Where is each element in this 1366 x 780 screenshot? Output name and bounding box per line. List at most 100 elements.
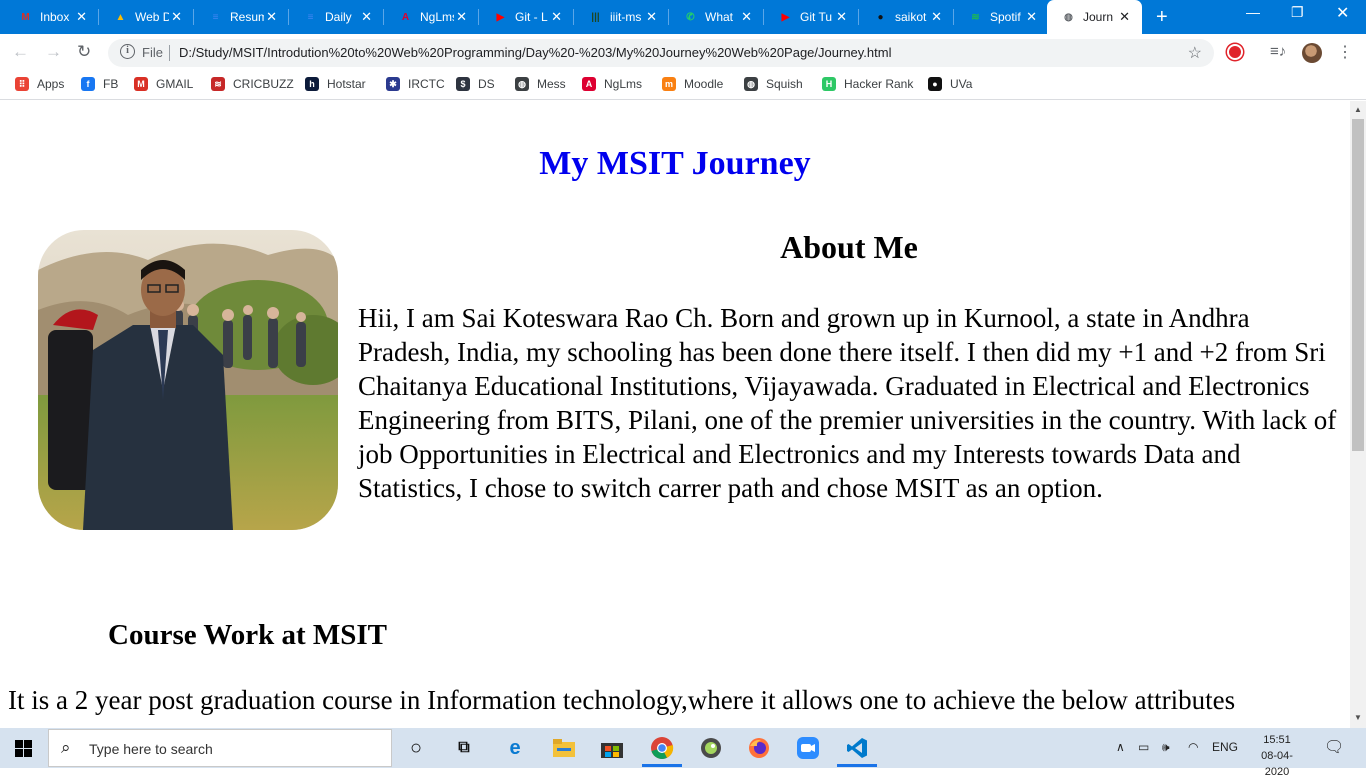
bookmark-star-icon[interactable]: ☆ — [1188, 43, 1202, 63]
page-scrollbar[interactable]: ▲ ▼ — [1350, 101, 1366, 728]
bookmark-4[interactable]: h Hotstar — [305, 77, 366, 91]
tab-5[interactable]: ▶ Git - L ✕ — [479, 0, 574, 34]
minimize-icon[interactable]: — — [1246, 4, 1260, 20]
task-view-icon[interactable]: ⧉ — [452, 736, 476, 760]
new-tab-plus-icon[interactable]: + — [1156, 6, 1168, 29]
docs-icon: ≡ — [307, 12, 314, 23]
bookmark-10[interactable]: ◍ Squish — [744, 77, 803, 91]
tab-0[interactable]: M Inbox ✕ — [4, 0, 99, 34]
tab-title: Daily — [325, 10, 352, 24]
bookmark-0[interactable]: ⠿ Apps — [15, 77, 64, 91]
extension-icon[interactable] — [1227, 44, 1243, 60]
edge-icon[interactable]: e — [503, 736, 527, 760]
url-text[interactable]: D:/Study/MSIT/Introdution%20to%20Web%20P… — [179, 45, 891, 60]
bookmark-3[interactable]: ≋ CRICBUZZ — [211, 77, 294, 91]
tab-title: Resum — [230, 10, 264, 24]
apps-grid-icon: ⠿ — [15, 77, 29, 91]
tab-10[interactable]: ≋ Spotif ✕ — [954, 0, 1049, 34]
media-queue-icon[interactable]: ≡♪ — [1270, 43, 1286, 60]
tab-1[interactable]: ▲ Web D ✕ — [99, 0, 194, 34]
bookmark-12[interactable]: ● UVa — [928, 77, 972, 91]
vscode-icon[interactable] — [837, 736, 877, 767]
bookmark-7[interactable]: ◍ Mess — [515, 77, 566, 91]
restore-icon[interactable]: ❐ — [1291, 4, 1304, 21]
docs-icon: ≡ — [212, 12, 219, 23]
tab-close-icon[interactable]: ✕ — [171, 9, 182, 25]
battery-icon[interactable]: ▭ — [1138, 740, 1149, 754]
bookmark-5[interactable]: ✱ IRCTC — [386, 77, 445, 91]
url-scheme: File — [142, 45, 163, 60]
store-icon[interactable] — [600, 736, 624, 760]
squish-app-icon[interactable] — [699, 736, 723, 760]
scroll-down-arrow-icon[interactable]: ▼ — [1354, 713, 1362, 722]
tab-close-icon[interactable]: ✕ — [456, 9, 467, 25]
tab-7[interactable]: ✆ What ✕ — [669, 0, 764, 34]
scrollbar-thumb[interactable] — [1352, 119, 1364, 451]
tab-title: Journ — [1083, 10, 1114, 24]
bookmark-11[interactable]: H Hacker Rank — [822, 77, 913, 91]
file-explorer-icon[interactable] — [552, 736, 576, 760]
tab-close-icon[interactable]: ✕ — [361, 9, 372, 25]
bookmark-9[interactable]: m Moodle — [662, 77, 723, 91]
close-window-icon[interactable]: ✕ — [1336, 3, 1349, 23]
github-icon: ● — [928, 77, 942, 91]
tab-close-icon[interactable]: ✕ — [646, 9, 657, 25]
zoom-icon[interactable] — [796, 736, 820, 760]
bookmark-8[interactable]: A NgLms — [582, 77, 642, 91]
system-clock[interactable]: 15:51 08-04-2020 — [1252, 732, 1302, 780]
tray-chevron-icon[interactable]: ∧ — [1116, 740, 1125, 754]
tab-close-icon[interactable]: ✕ — [551, 9, 562, 25]
tab-title: saikot — [895, 10, 927, 24]
tab-2[interactable]: ≡ Resum ✕ — [194, 0, 289, 34]
cortana-icon[interactable]: ○ — [404, 736, 428, 760]
taskbar-search-box[interactable]: ⌕ Type here to search — [48, 729, 392, 767]
youtube-icon: ▶ — [496, 12, 505, 23]
page-title: My MSIT Journey — [539, 145, 811, 182]
tab-6[interactable]: ||| iiit-ms ✕ — [574, 0, 669, 34]
menu-kebab-icon[interactable]: ⋮ — [1337, 42, 1353, 62]
tab-close-icon[interactable]: ✕ — [836, 9, 847, 25]
tab-title: Git - L — [515, 10, 548, 24]
tab-11[interactable]: ◍ Journ ✕ — [1047, 0, 1142, 34]
about-me-heading: About Me — [780, 229, 918, 265]
address-bar[interactable]: i File D:/Study/MSIT/Introdution%20to%20… — [108, 39, 1214, 67]
bookmark-label: Hotstar — [327, 77, 366, 91]
tab-close-icon[interactable]: ✕ — [741, 9, 752, 25]
bookmark-6[interactable]: $ DS — [456, 77, 495, 91]
notifications-icon[interactable]: 🗨 — [1324, 737, 1344, 757]
facebook-icon: f — [81, 77, 95, 91]
tab-8[interactable]: ▶ Git Tu ✕ — [764, 0, 859, 34]
tab-close-icon[interactable]: ✕ — [266, 9, 277, 25]
tab-close-icon[interactable]: ✕ — [1119, 9, 1130, 25]
chrome-icon[interactable] — [642, 736, 682, 767]
tab-title: What — [705, 10, 734, 24]
bookmark-label: Squish — [766, 77, 803, 91]
volume-icon[interactable]: 🕪 — [1162, 740, 1170, 755]
globe-icon: ◍ — [744, 77, 758, 91]
gmail-icon: M — [134, 77, 148, 91]
windows-start-icon[interactable] — [15, 740, 32, 757]
irctc-icon: ✱ — [386, 77, 400, 91]
network-icon[interactable]: ◠ — [1188, 740, 1198, 754]
reload-icon[interactable]: ↻ — [77, 42, 91, 62]
tab-9[interactable]: ● saikot ✕ — [859, 0, 954, 34]
bookmark-2[interactable]: M GMAIL — [134, 77, 193, 91]
course-work-heading: Course Work at MSIT — [108, 619, 388, 651]
forward-arrow-icon[interactable]: → — [45, 42, 62, 62]
back-arrow-icon[interactable]: ← — [12, 42, 29, 62]
info-icon[interactable]: i — [120, 44, 135, 59]
tab-close-icon[interactable]: ✕ — [1026, 9, 1037, 25]
clock-date: 08-04-2020 — [1261, 750, 1293, 778]
tab-4[interactable]: A NgLms✕ — [384, 0, 479, 34]
tab-3[interactable]: ≡ Daily ✕ — [289, 0, 384, 34]
tab-title: Inbox — [40, 10, 70, 24]
firefox-icon[interactable] — [747, 736, 771, 760]
tab-close-icon[interactable]: ✕ — [931, 9, 942, 25]
language-indicator[interactable]: ENG — [1212, 740, 1238, 754]
scroll-up-arrow-icon[interactable]: ▲ — [1354, 105, 1362, 114]
bookmark-1[interactable]: f FB — [81, 77, 118, 91]
profile-avatar[interactable] — [1302, 43, 1322, 63]
bookmarks-bar: ⠿ Apps f FB M GMAIL ≋ CRICBUZZ h Hotstar ✱ IRCTC $ DS… — [0, 70, 1366, 100]
tab-close-icon[interactable]: ✕ — [76, 9, 87, 25]
site-icon: ||| — [591, 12, 600, 23]
